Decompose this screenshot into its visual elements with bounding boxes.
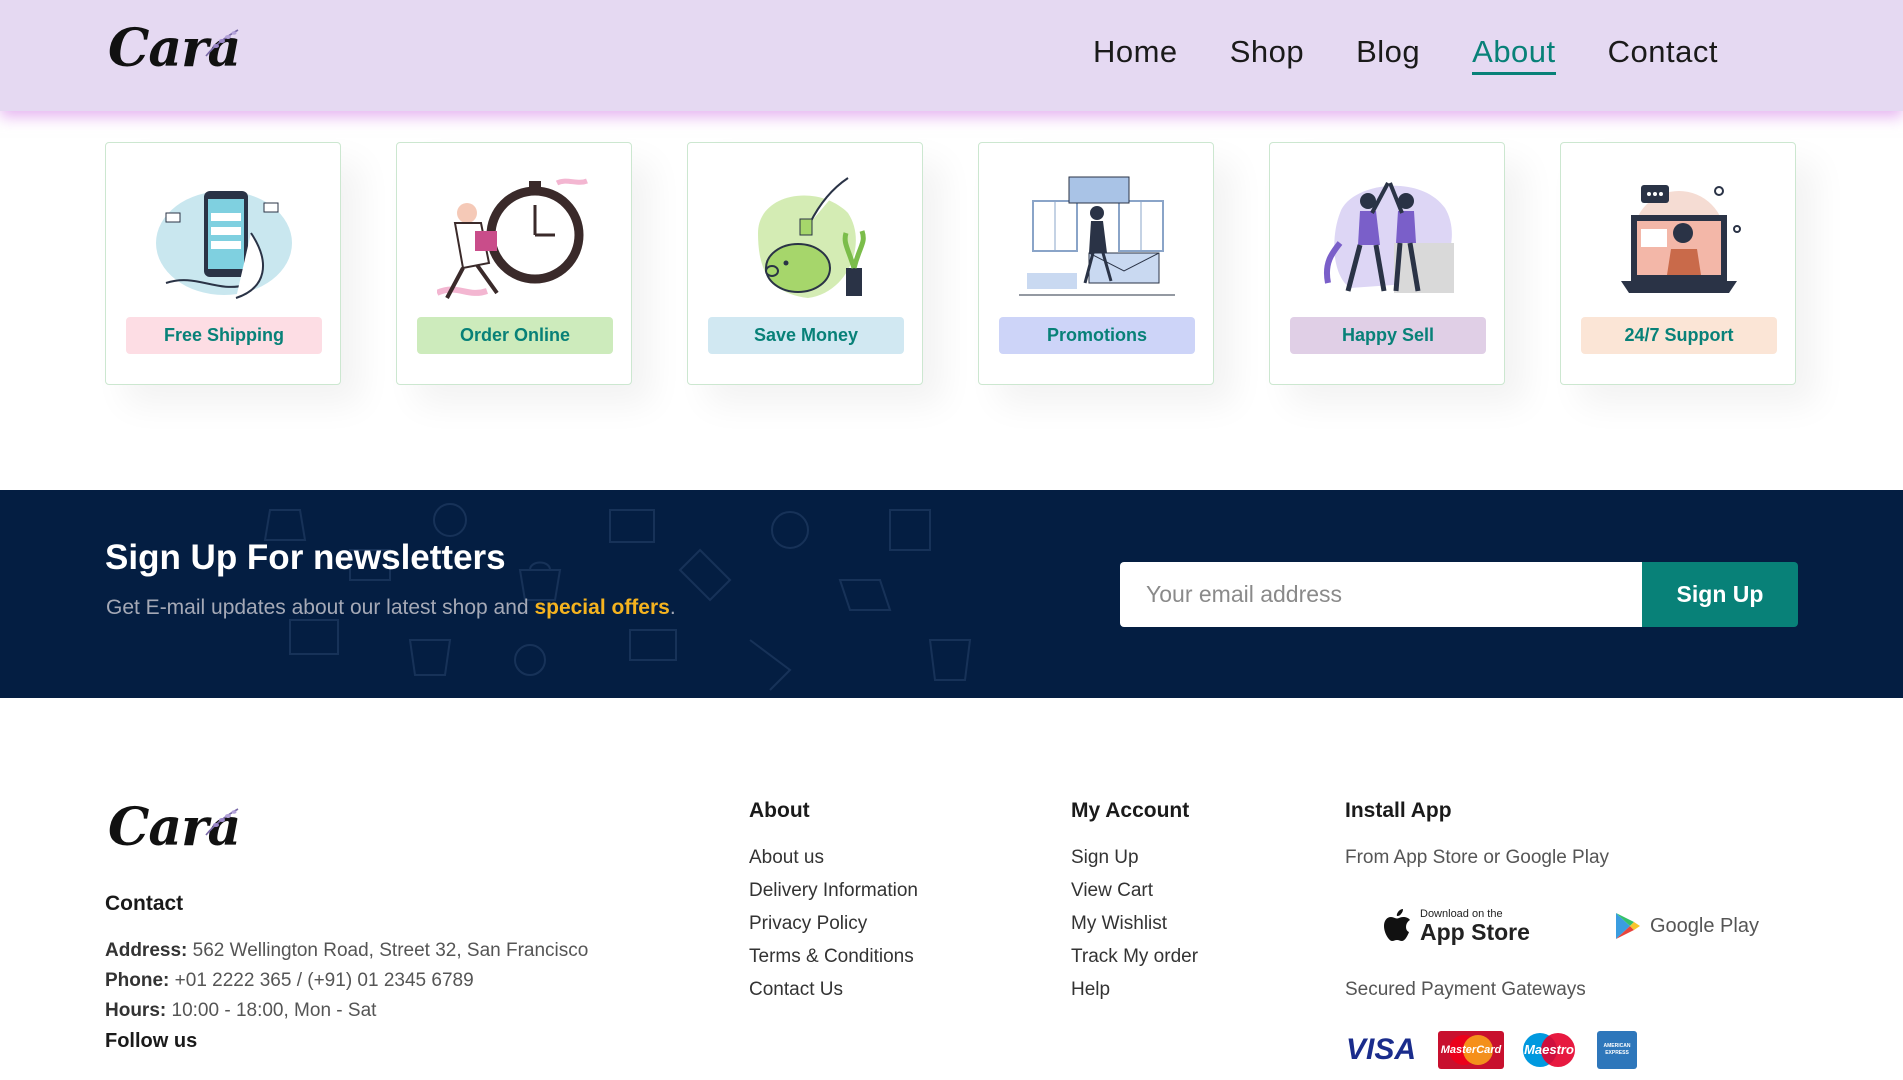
hours-value: 10:00 - 18:00, Mon - Sat [166, 1000, 377, 1021]
shopping-pattern-background-icon [263, 503, 972, 691]
newsletter-form: Sign Up [1120, 562, 1798, 627]
footer-link-track-my-order[interactable]: Track My order [1071, 946, 1198, 968]
newsletter-highlight: special offers [534, 596, 670, 619]
feature-label: Free Shipping [126, 317, 322, 354]
maestro-text: Maestro [1524, 1042, 1574, 1057]
feature-card-free-shipping: Free Shipping [105, 142, 341, 385]
amex-logo-icon: AMERICAN EXPRESS [1597, 1031, 1637, 1069]
follow-us-heading: Follow us [105, 1030, 198, 1052]
promotions-illustration-icon [1019, 176, 1175, 296]
google-play-icon [1616, 913, 1640, 939]
app-store-badge[interactable]: Download on the App Store [1382, 898, 1530, 954]
support-laptop-illustration-icon [1621, 185, 1741, 293]
feature-card-happy-sell: Happy Sell [1269, 142, 1505, 385]
footer-link-about-us[interactable]: About us [749, 847, 824, 869]
newsletter-subtitle-suffix: . [669, 596, 676, 619]
phone-label: Phone: [105, 970, 170, 991]
nav-about[interactable]: About [1472, 34, 1556, 75]
nav-blog[interactable]: Blog [1356, 34, 1420, 75]
footer-link-sign-up[interactable]: Sign Up [1071, 847, 1139, 869]
piggy-bank-illustration-icon [758, 177, 866, 298]
nav-home[interactable]: Home [1093, 34, 1178, 75]
contact-phone: Phone: +01 2222 365 / (+91) 01 2345 6789 [105, 970, 474, 992]
newsletter-title: Sign Up For newsletters [105, 538, 506, 577]
install-app-text: From App Store or Google Play [1345, 847, 1610, 868]
footer-link-privacy-policy[interactable]: Privacy Policy [749, 913, 867, 935]
footer-link-terms-conditions[interactable]: Terms & Conditions [749, 946, 914, 968]
feature-card-promotions: Promotions [978, 142, 1214, 385]
address-label: Address: [105, 940, 188, 961]
footer-link-my-wishlist[interactable]: My Wishlist [1071, 913, 1167, 935]
address-value: 562 Wellington Road, Street 32, San Fran… [187, 940, 589, 961]
contact-address: Address: 562 Wellington Road, Street 32,… [105, 940, 588, 962]
footer-link-help[interactable]: Help [1071, 979, 1110, 1001]
feature-cards: Free Shipping Order Online Save Money Pr… [105, 142, 1796, 385]
google-play-text: Google Play [1650, 914, 1759, 937]
newsletter-subtitle: Get E-mail updates about our latest shop… [106, 596, 676, 620]
main-nav: Home Shop Blog About Contact [1093, 34, 1718, 75]
high-five-illustration-icon [1324, 182, 1454, 293]
feature-label: Promotions [999, 317, 1195, 354]
app-store-text: Download on the App Store [1420, 907, 1530, 945]
footer-link-delivery-information[interactable]: Delivery Information [749, 880, 918, 902]
install-app-heading: Install App [1345, 799, 1452, 822]
about-heading: About [749, 799, 810, 822]
contact-heading: Contact [105, 892, 184, 915]
footer-link-view-cart[interactable]: View Cart [1071, 880, 1153, 902]
feature-label: Order Online [417, 317, 613, 354]
delivery-clock-illustration-icon [437, 178, 588, 299]
my-account-heading: My Account [1071, 799, 1190, 822]
feature-label: Happy Sell [1290, 317, 1486, 354]
nav-contact[interactable]: Contact [1608, 34, 1718, 75]
payments-text: Secured Payment Gateways [1345, 979, 1586, 1000]
contact-hours: Hours: 10:00 - 18:00, Mon - Sat [105, 1000, 376, 1022]
feature-label: Save Money [708, 317, 904, 354]
phone-value: +01 2222 365 / (+91) 01 2345 6789 [169, 970, 474, 991]
footer-link-contact-us[interactable]: Contact Us [749, 979, 843, 1001]
lavender-sprig-icon [205, 29, 239, 57]
visa-logo-icon: VISA [1345, 1033, 1417, 1066]
apple-icon [1384, 909, 1410, 941]
nav-shop[interactable]: Shop [1230, 34, 1304, 75]
signup-button[interactable]: Sign Up [1642, 562, 1798, 627]
newsletter-subtitle-text: Get E-mail updates about our latest shop… [106, 596, 535, 619]
feature-card-support: 24/7 Support [1560, 142, 1796, 385]
feature-card-save-money: Save Money [687, 142, 923, 385]
lavender-sprig-icon [205, 808, 239, 836]
newsletter-section: Sign Up For newsletters Get E-mail updat… [0, 490, 1903, 698]
google-play-badge[interactable]: Google Play [1614, 898, 1759, 954]
app-store-small-text: Download on the [1420, 907, 1503, 920]
feature-card-order-online: Order Online [396, 142, 632, 385]
mastercard-text: MasterCard [1440, 1044, 1502, 1056]
footer-logo[interactable]: Cara [108, 797, 241, 858]
app-store-big-text: App Store [1420, 918, 1530, 945]
email-input[interactable] [1120, 562, 1642, 627]
feature-label: 24/7 Support [1581, 317, 1777, 354]
hours-label: Hours: [105, 1000, 167, 1021]
maestro-logo-icon: Maestro [1516, 1031, 1582, 1069]
mastercard-logo-icon: MasterCard [1438, 1031, 1504, 1069]
brand-logo[interactable]: Cara [108, 18, 241, 79]
site-header: Cara Home Shop Blog About Contact [0, 0, 1903, 111]
payment-phone-illustration-icon [156, 191, 292, 299]
